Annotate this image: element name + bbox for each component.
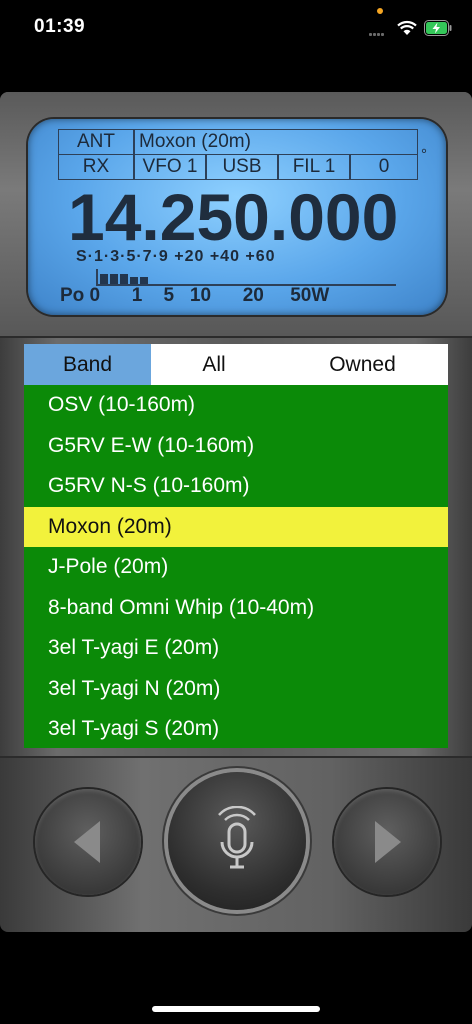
list-item[interactable]: G5RV N-S (10-160m) <box>24 466 448 507</box>
mic-in-use-indicator <box>377 8 383 14</box>
ant-label: ANT <box>58 129 134 155</box>
vfo-indicator: VFO 1 <box>134 154 206 180</box>
status-time: 01:39 <box>34 16 86 37</box>
next-button[interactable] <box>334 789 440 895</box>
triangle-right-icon <box>375 821 401 863</box>
home-indicator[interactable] <box>152 1006 320 1012</box>
battery-charging-icon <box>424 20 452 36</box>
list-item[interactable]: 3el T-yagi N (20m) <box>24 669 448 710</box>
power-meter-scale: Po 0 1 5 10 20 50W <box>60 285 330 306</box>
list-item[interactable]: OSV (10-160m) <box>24 385 448 426</box>
offset-indicator: 0 <box>350 154 418 180</box>
frequency-readout: 14.250.000 <box>68 180 399 254</box>
tab-all[interactable]: All <box>151 344 277 385</box>
s-meter-scale: S·1·3·5·7·9 +20 +40 +60 <box>76 248 276 265</box>
status-bar: 01:39 <box>0 0 472 60</box>
tab-owned[interactable]: Owned <box>277 344 448 385</box>
previous-button[interactable] <box>35 789 141 895</box>
s-meter-bar <box>96 269 396 286</box>
cellular-signal-icon <box>369 30 385 36</box>
antenna-row: ANT Moxon (20m) <box>58 129 418 155</box>
list-item[interactable]: J-Pole (20m) <box>24 547 448 588</box>
triangle-left-icon <box>74 821 100 863</box>
list-item[interactable]: 8-band Omni Whip (10-40m) <box>24 588 448 629</box>
list-item[interactable]: 3el T-yagi S (20m) <box>24 709 448 748</box>
wifi-icon <box>397 20 417 35</box>
rx-indicator: RX <box>58 154 134 180</box>
degree-symbol: ° <box>421 146 427 163</box>
antenna-list: OSV (10-160m) G5RV E-W (10-160m) G5RV N-… <box>24 385 448 748</box>
filter-indicator: FIL 1 <box>278 154 350 180</box>
microphone-icon <box>218 806 256 869</box>
mode-row: RX VFO 1 USB FIL 1 0 ° <box>58 146 427 180</box>
list-item-selected[interactable]: Moxon (20m) <box>24 506 448 547</box>
radio-lcd-display: ANT Moxon (20m) RX VFO 1 USB FIL 1 0 ° 1… <box>28 119 446 315</box>
list-item[interactable]: 3el T-yagi E (20m) <box>24 628 448 669</box>
tab-band[interactable]: Band <box>24 344 151 385</box>
mode-indicator: USB <box>206 154 278 180</box>
antenna-filter-tabs: Band All Owned <box>24 344 448 385</box>
list-item[interactable]: G5RV E-W (10-160m) <box>24 426 448 467</box>
antenna-name: Moxon (20m) <box>134 129 418 155</box>
push-to-talk-button[interactable] <box>168 772 306 910</box>
